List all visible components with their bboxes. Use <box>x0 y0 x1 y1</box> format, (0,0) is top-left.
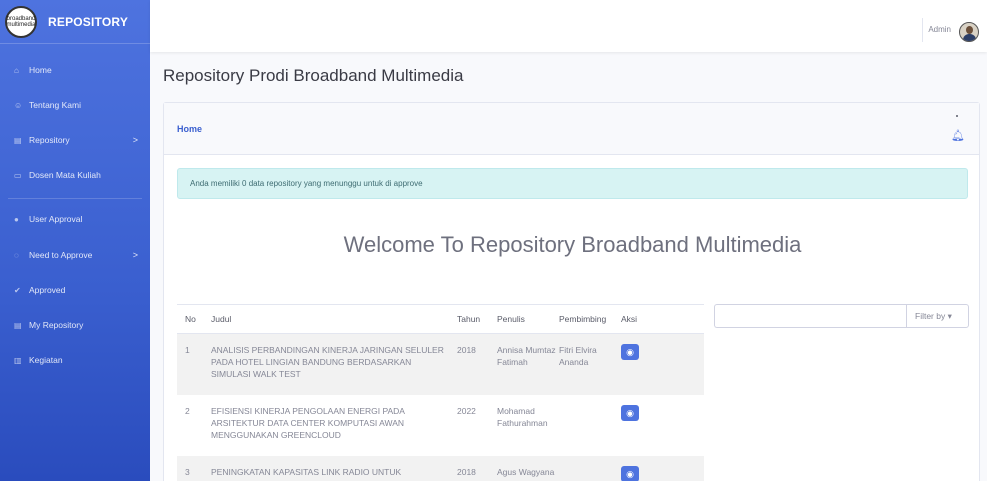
col-judul: Judul <box>211 314 232 324</box>
eye-icon: ◉ <box>626 346 634 357</box>
cell-tahun: 2018 <box>457 467 476 477</box>
cell-no: 3 <box>185 467 190 477</box>
cell-judul: PENINGKATAN KAPASITAS LINK RADIO UNTUK <box>211 467 402 477</box>
sidebar-item-need-to-approve[interactable]: ◌ Need to Approve > <box>0 245 150 265</box>
cell-penulis: Mohamad Fathurahman <box>497 406 548 428</box>
sidebar-item-kegiatan[interactable]: ▥ Kegiatan <box>0 350 150 370</box>
cell-tahun: 2022 <box>457 406 476 416</box>
users-icon: ☺ <box>14 100 23 110</box>
cell-aksi: ◉ <box>621 456 651 481</box>
cell-judul: EFISIENSI KINERJA PENGOLAAN ENERGI PADA … <box>211 406 405 440</box>
notification-dot <box>956 115 958 117</box>
bell-icon[interactable]: 🔔︎ <box>951 129 965 142</box>
cell-no: 2 <box>185 406 190 416</box>
table-row: 1 ANALISIS PERBANDINGAN KINERJA JARINGAN… <box>177 334 704 395</box>
eye-icon: ◉ <box>626 407 634 418</box>
col-pembimbing: Pembimbing <box>559 314 607 324</box>
col-penulis: Penulis <box>497 314 525 324</box>
cell-no: 1 <box>185 345 190 355</box>
file-icon: ▤ <box>14 135 22 145</box>
sidebar-item-label: Need to Approve <box>29 250 93 260</box>
cell-penulis: Annisa Mumtaz Fatimah <box>497 345 556 367</box>
sidebar-item-user-approval[interactable]: ● User Approval <box>0 209 150 229</box>
book-icon: ▭ <box>14 170 22 180</box>
file-icon: ▤ <box>14 320 22 330</box>
cell-pembimbing: Fitri Elvira Ananda <box>559 345 597 367</box>
sidebar-item-tentang-kami[interactable]: ☺ Tentang Kami <box>0 95 150 115</box>
building-icon: ▥ <box>14 355 22 365</box>
avatar-head <box>966 26 973 34</box>
main-card: Home 🔔︎ Anda memiliki 0 data repository … <box>163 102 980 481</box>
view-button[interactable]: ◉ <box>621 405 639 421</box>
view-button[interactable]: ◉ <box>621 466 639 481</box>
cell-penulis: Agus Wagyana <box>497 467 555 477</box>
sidebar-item-label: Approved <box>29 285 66 295</box>
eye-icon: ◉ <box>626 468 634 479</box>
filter-button[interactable]: Filter by ▾ <box>906 304 969 328</box>
repository-table: No Judul Tahun Penulis Pembimbing Aksi 1… <box>177 304 704 481</box>
cell-aksi: ◉ <box>621 334 651 395</box>
avatar[interactable] <box>959 22 979 42</box>
page-title: Repository Prodi Broadband Multimedia <box>163 66 464 85</box>
sidebar-item-label: Home <box>29 65 52 75</box>
sidebar-item-home[interactable]: ⌂ Home <box>0 60 150 80</box>
chevron-right-icon: > <box>132 250 138 260</box>
home-icon: ⌂ <box>14 65 19 75</box>
sidebar-divider <box>8 198 142 199</box>
col-no: No <box>185 314 196 324</box>
brand[interactable]: broadband multimedia REPOSITORY <box>0 0 150 44</box>
table-row: 2 EFISIENSI KINERJA PENGOLAAN ENERGI PAD… <box>177 395 704 456</box>
user-icon: ● <box>14 214 19 224</box>
sidebar: broadband multimedia REPOSITORY ⌂ Home ☺… <box>0 0 150 481</box>
sidebar-item-repository[interactable]: ▤ Repository > <box>0 130 150 150</box>
check-icon: ✔ <box>14 285 21 295</box>
table-row: 3 PENINGKATAN KAPASITAS LINK RADIO UNTUK… <box>177 456 704 481</box>
user-name[interactable]: Admin <box>928 25 951 34</box>
col-tahun: Tahun <box>457 314 481 324</box>
sidebar-item-label: Dosen Mata Kuliah <box>29 170 101 180</box>
cell-aksi: ◉ <box>621 395 651 456</box>
brand-name: REPOSITORY <box>48 14 129 29</box>
cell-pembimbing <box>559 395 621 456</box>
view-button[interactable]: ◉ <box>621 344 639 360</box>
topbar-divider <box>922 18 923 42</box>
sidebar-item-approved[interactable]: ✔ Approved <box>0 280 150 300</box>
cell-pembimbing <box>559 456 621 481</box>
sidebar-item-my-repository[interactable]: ▤ My Repository <box>0 315 150 335</box>
sidebar-item-label: Tentang Kami <box>29 100 81 110</box>
cell-judul: ANALISIS PERBANDINGAN KINERJA JARINGAN S… <box>211 345 444 379</box>
sidebar-item-label: Repository <box>29 135 70 145</box>
topbar: Admin <box>150 0 987 52</box>
sidebar-item-label: User Approval <box>29 214 83 224</box>
pending-approval-alert: Anda memiliki 0 data repository yang men… <box>177 168 968 199</box>
table-header: No Judul Tahun Penulis Pembimbing Aksi <box>177 304 704 334</box>
alert-text: Anda memiliki 0 data repository yang men… <box>190 179 423 188</box>
avatar-body <box>963 34 976 41</box>
sidebar-item-label: My Repository <box>29 320 84 330</box>
cell-tahun: 2018 <box>457 345 476 355</box>
sidebar-item-dosen-mata-kuliah[interactable]: ▭ Dosen Mata Kuliah <box>0 165 150 185</box>
sidebar-item-label: Kegiatan <box>29 355 63 365</box>
col-aksi: Aksi <box>621 314 638 324</box>
breadcrumb[interactable]: Home <box>177 124 202 134</box>
search-input[interactable] <box>714 304 906 328</box>
chevron-right-icon: > <box>132 135 138 145</box>
brand-logo: broadband multimedia <box>5 5 37 38</box>
brand-logo-text: broadband multimedia <box>6 15 36 28</box>
card-header: Home 🔔︎ <box>164 103 979 155</box>
welcome-heading: Welcome To Repository Broadband Multimed… <box>343 232 802 257</box>
spinner-icon: ◌ <box>14 250 19 260</box>
